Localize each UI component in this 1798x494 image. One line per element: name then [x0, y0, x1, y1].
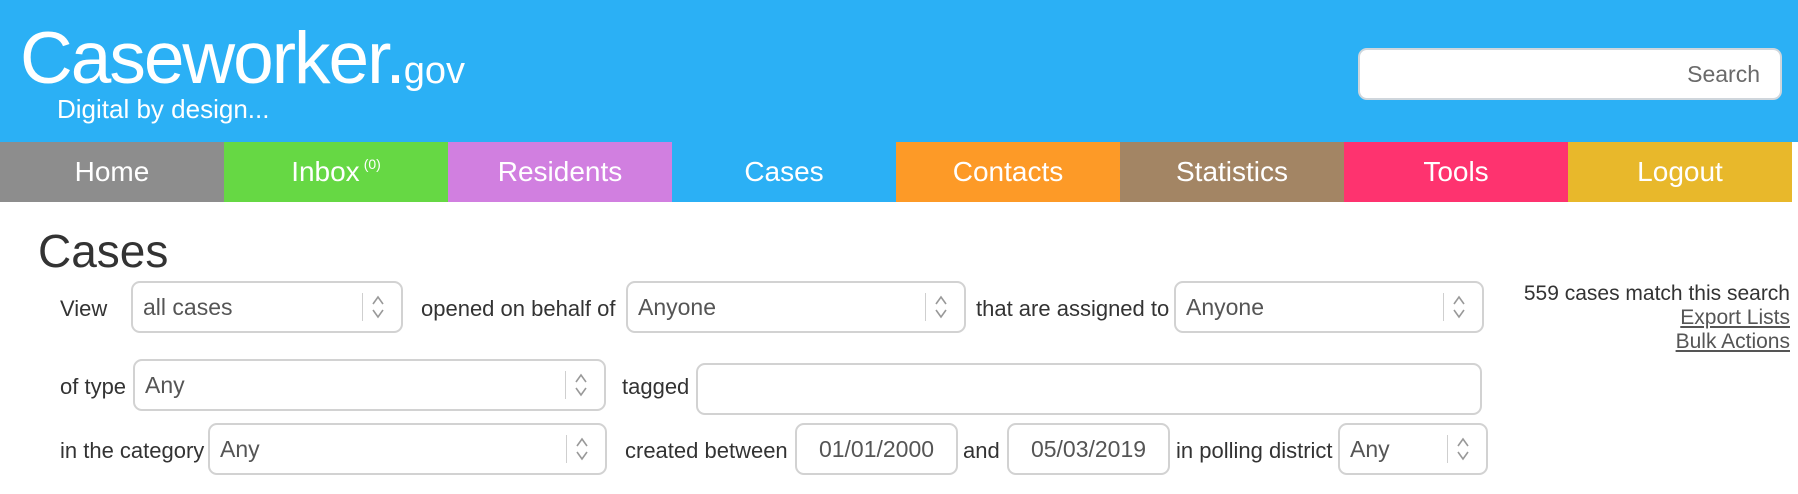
nav-cases[interactable]: Cases [672, 142, 896, 202]
behalf-label: opened on behalf of [421, 296, 616, 321]
nav-logout-label: Logout [1637, 156, 1723, 187]
and-label: and [963, 438, 1000, 463]
nav-tools-label: Tools [1423, 156, 1489, 187]
results-panel: 559 cases match this search Export Lists… [1524, 282, 1790, 354]
district-label: in polling district [1176, 438, 1333, 463]
chevron-updown-icon [566, 435, 597, 463]
category-select[interactable]: Any [208, 423, 607, 475]
chevron-updown-icon [925, 293, 956, 321]
behalf-select-value: Anyone [638, 293, 717, 320]
nav-tools[interactable]: Tools [1344, 142, 1568, 202]
main-nav: Home Inbox (0) Residents Cases Contacts S… [0, 142, 1798, 202]
brand-name: Caseworker. [20, 18, 406, 99]
created-label: created between [625, 438, 788, 463]
search-input[interactable]: Search [1358, 48, 1782, 100]
brand-tld: gov [403, 50, 465, 92]
nav-logout[interactable]: Logout [1568, 142, 1792, 202]
chevron-updown-icon [362, 293, 393, 321]
date-from-input[interactable]: 01/01/2000 [795, 423, 958, 475]
nav-statistics[interactable]: Statistics [1120, 142, 1344, 202]
chevron-updown-icon [1443, 293, 1474, 321]
assigned-label: that are assigned to [976, 296, 1170, 321]
type-select[interactable]: Any [133, 359, 606, 411]
nav-statistics-label: Statistics [1175, 156, 1289, 187]
date-to-value: 05/03/2019 [1030, 435, 1147, 462]
nav-inbox[interactable]: Inbox (0) [224, 142, 448, 202]
nav-home[interactable]: Home [0, 142, 224, 202]
date-to-input[interactable]: 05/03/2019 [1007, 423, 1170, 475]
nav-contacts-label: Contacts [952, 156, 1064, 187]
results-count: 559 cases match this search [1523, 282, 1790, 305]
nav-residents-label: Residents [497, 156, 623, 187]
date-from-value: 01/01/2000 [818, 435, 935, 462]
view-select-value: all cases [143, 293, 233, 320]
type-label: of type [60, 374, 127, 399]
export-lists-link[interactable]: Export Lists [1524, 306, 1790, 330]
assigned-select-value: Anyone [1186, 293, 1265, 320]
category-select-value: Any [220, 435, 260, 462]
nav-residents[interactable]: Residents [448, 142, 672, 202]
page-title: Cases [38, 225, 169, 277]
behalf-select[interactable]: Anyone [626, 281, 966, 333]
inbox-count-badge: (0) [363, 156, 381, 172]
view-select[interactable]: all cases [131, 281, 403, 333]
nav-cases-label: Cases [744, 156, 824, 187]
view-label: View [60, 296, 108, 321]
assigned-select[interactable]: Anyone [1174, 281, 1484, 333]
chevron-updown-icon [565, 371, 596, 399]
tagline: Digital by design... [57, 94, 270, 124]
category-label: in the category [60, 438, 205, 463]
nav-inbox-label: Inbox [291, 156, 360, 187]
tagged-label: tagged [622, 374, 690, 399]
bulk-actions-link[interactable]: Bulk Actions [1524, 330, 1790, 354]
header-bar: Caseworker.gov Digital by design... Sear… [0, 0, 1798, 142]
district-select[interactable]: Any [1338, 423, 1488, 475]
district-select-value: Any [1350, 435, 1390, 462]
nav-home-label: Home [74, 156, 150, 187]
site-logo[interactable]: Caseworker.gov [20, 22, 465, 95]
nav-contacts[interactable]: Contacts [896, 142, 1120, 202]
type-select-value: Any [145, 371, 185, 398]
tagged-input[interactable] [696, 363, 1482, 415]
search-placeholder: Search [1687, 60, 1760, 87]
chevron-updown-icon [1447, 435, 1478, 463]
